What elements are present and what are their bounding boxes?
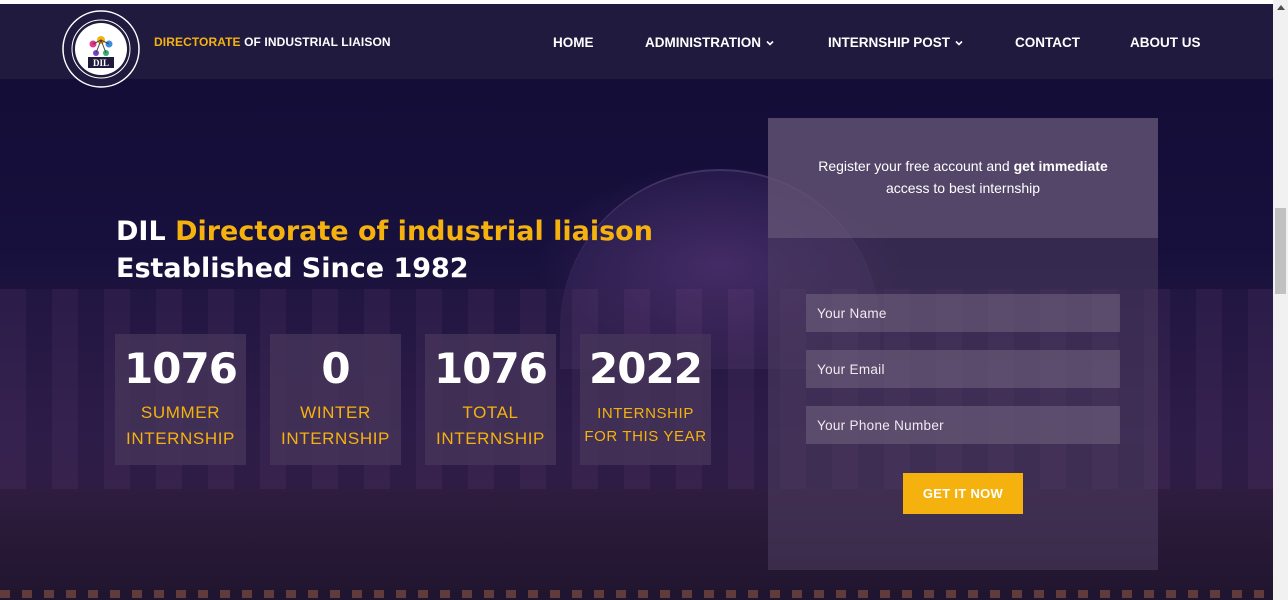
phone-input[interactable] [806,406,1120,444]
stat-label-line1: TOTAL [462,403,519,422]
stat-internship-this-year: 2022 INTERNSHIP FOR THIS YEAR [580,334,711,465]
stat-label-line1: INTERNSHIP [597,405,694,422]
nav-about-us[interactable]: ABOUT US [1130,35,1201,50]
scrollbar-thumb[interactable] [1275,208,1286,294]
stat-label-line2: INTERNSHIP [436,429,545,448]
stat-value: 1076 [434,344,548,393]
hero-title-prefix: DIL [116,216,166,247]
nav-contact[interactable]: CONTACT [1015,35,1080,50]
stat-label-line2: INTERNSHIP [126,429,235,448]
stat-label-line1: WINTER [300,403,371,422]
register-text-tail: access to best internship [885,180,1041,196]
dil-logo[interactable]: DIL [60,10,142,88]
register-text-plain: Register your free account and [818,158,1014,174]
nav-internship-post-label: INTERNSHIP POST [828,35,951,50]
stat-summer-internship: 1076 SUMMER INTERNSHIP [115,334,246,465]
stat-label-line2: FOR THIS YEAR [584,428,707,445]
stat-label: WINTER INTERNSHIP [270,400,401,452]
background-ground-lights [0,590,1273,598]
chevron-down-icon [955,40,963,46]
stat-label: INTERNSHIP FOR THIS YEAR [580,402,711,448]
nav-administration[interactable]: ADMINISTRATION [645,35,774,50]
register-text-bold: get immediate [1013,158,1108,174]
chevron-down-icon [766,40,774,46]
hero-subtitle: Established Since 1982 [116,253,469,284]
logo-text: DIL [93,58,109,68]
stat-winter-internship: 0 WINTER INTERNSHIP [270,334,401,465]
hero-title: DIL Directorate of industrial liaison [116,213,653,250]
stat-label-line2: INTERNSHIP [281,429,390,448]
navbar: DIL DIRECTORATE OF INDUSTRIAL LIAISON HO… [0,4,1273,88]
nav-home-label: HOME [553,35,594,50]
register-panel-header: Register your free account and get immed… [768,118,1158,238]
stat-value: 1076 [124,344,238,393]
nav-administration-label: ADMINISTRATION [645,35,761,50]
stat-total-internship: 1076 TOTAL INTERNSHIP [425,334,556,465]
brand-link[interactable]: DIL DIRECTORATE OF INDUSTRIAL LIAISON [60,10,391,88]
brand-name[interactable]: DIRECTORATE OF INDUSTRIAL LIAISON [154,35,391,49]
nav-contact-label: CONTACT [1015,35,1080,50]
stat-label: SUMMER INTERNSHIP [115,400,246,452]
hero-title-accent: Directorate of industrial liaison [175,216,653,247]
brand-name-accent: DIRECTORATE [154,35,241,49]
nav-internship-post[interactable]: INTERNSHIP POST [828,35,963,50]
stat-value: 0 [321,344,350,393]
email-input[interactable] [806,350,1120,388]
nav-home[interactable]: HOME [553,35,594,50]
register-text: Register your free account and get immed… [798,155,1128,199]
arrow-up-icon[interactable] [1277,5,1285,10]
get-it-now-button[interactable]: GET IT NOW [903,473,1023,514]
stat-label-line1: SUMMER [140,403,221,422]
scrollbar[interactable] [1273,0,1288,600]
stat-label: TOTAL INTERNSHIP [425,400,556,452]
nav-about-us-label: ABOUT US [1130,35,1201,50]
name-input[interactable] [806,294,1120,332]
stat-value: 2022 [589,344,703,393]
brand-name-rest: OF INDUSTRIAL LIAISON [240,35,391,49]
